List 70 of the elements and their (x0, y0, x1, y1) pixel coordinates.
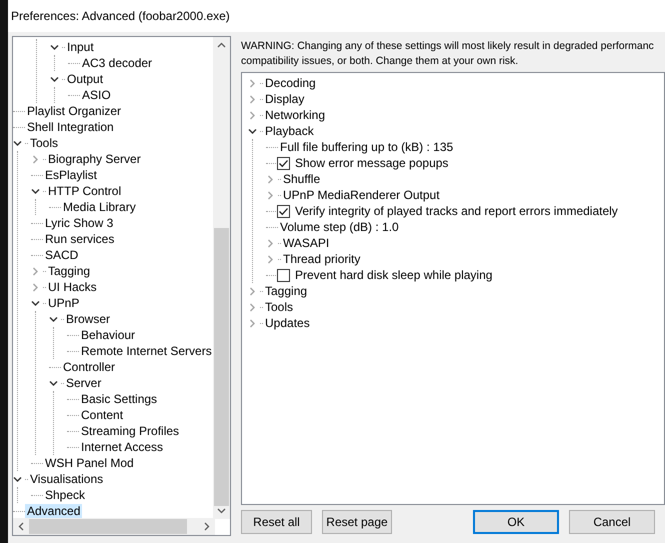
tree-item[interactable]: Controller (61, 360, 118, 374)
tree-item[interactable]: Media Library (61, 200, 138, 214)
expanded-chevron-icon[interactable] (13, 138, 22, 148)
tree-item[interactable]: Remote Internet Servers (79, 344, 214, 358)
dialog-button[interactable]: OK (473, 510, 559, 534)
tree-item[interactable]: UI Hacks (46, 280, 99, 294)
expanded-chevron-icon[interactable] (31, 298, 40, 308)
setting-item[interactable]: Show error message popups (293, 156, 450, 170)
scroll-left-icon[interactable] (17, 522, 26, 531)
tree-item[interactable]: Input (65, 40, 96, 54)
scrollbar-thumb[interactable] (214, 228, 229, 506)
warning-text: WARNING: Changing any of these settings will most likely result in degraded performanc compatibility issues, or both. Change them at your own risk. (241, 39, 655, 69)
scroll-right-icon[interactable] (202, 522, 211, 531)
expanded-chevron-icon[interactable] (50, 74, 59, 84)
expanded-chevron-icon[interactable] (49, 378, 58, 388)
tree-item[interactable]: Internet Access (79, 440, 166, 454)
tree-item[interactable]: EsPlaylist (43, 168, 100, 182)
setting-item[interactable]: Tagging (263, 284, 310, 298)
expanded-chevron-icon[interactable] (248, 126, 257, 136)
checkbox[interactable] (277, 268, 290, 282)
checkbox[interactable] (277, 156, 290, 170)
tree-item[interactable]: Playlist Organizer (25, 104, 124, 118)
setting-item[interactable]: Display (263, 92, 306, 106)
expanded-chevron-icon[interactable] (31, 186, 40, 196)
setting-item[interactable]: Volume step (dB) : 1.0 (278, 220, 401, 234)
setting-item[interactable]: Networking (263, 108, 328, 122)
tree-item[interactable]: Tools (28, 136, 60, 150)
tree-item[interactable]: Tagging (46, 264, 92, 278)
setting-item[interactable]: Prevent hard disk sleep while playing (293, 268, 494, 282)
tree-item[interactable]: Streaming Profiles (79, 424, 182, 438)
setting-item[interactable]: Playback (263, 124, 316, 138)
tree-item[interactable]: Behaviour (79, 328, 138, 342)
tree-item[interactable]: Content (79, 408, 126, 422)
setting-item[interactable]: Decoding (263, 76, 318, 90)
dialog-button[interactable]: Reset all (241, 510, 312, 534)
tree-item[interactable]: Output (65, 72, 106, 86)
expanded-chevron-icon[interactable] (50, 42, 59, 52)
tree-item[interactable]: AC3 decoder (80, 56, 154, 70)
expanded-chevron-icon[interactable] (13, 474, 22, 484)
tree-item[interactable]: Shell Integration (25, 120, 116, 134)
scrollbar-thumb[interactable] (29, 519, 187, 534)
setting-item[interactable]: Thread priority (281, 252, 362, 266)
tree-item[interactable]: Server (64, 376, 104, 390)
window-title: Preferences: Advanced (foobar2000.exe) (11, 9, 230, 23)
setting-item[interactable]: Tools (263, 300, 296, 314)
expanded-chevron-icon[interactable] (49, 314, 58, 324)
dialog-button[interactable]: Reset page (322, 510, 392, 534)
tree-item[interactable]: UPnP (46, 296, 82, 310)
tree-item[interactable]: Advanced (25, 504, 82, 518)
setting-item[interactable]: Verify integrity of played tracks and report errors immediately (293, 204, 620, 218)
dialog-button[interactable]: Cancel (569, 510, 655, 534)
tree-item[interactable]: Biography Server (46, 152, 143, 166)
tree-item[interactable]: ASIO (80, 88, 113, 102)
tree-item[interactable]: Shpeck (43, 488, 88, 502)
tree-item[interactable]: Browser (64, 312, 112, 326)
setting-item[interactable]: WASAPI (281, 236, 332, 250)
checkbox[interactable] (277, 204, 290, 218)
tree-item[interactable]: Run services (43, 232, 116, 246)
tree-item[interactable]: SACD (43, 248, 80, 262)
tree-item[interactable]: Visualisations (28, 472, 106, 486)
setting-item[interactable]: Shuffle (281, 172, 322, 186)
scroll-up-icon[interactable] (217, 41, 226, 50)
setting-item[interactable]: Full file buffering up to (kB) : 135 (278, 140, 456, 154)
tree-item[interactable]: WSH Panel Mod (43, 456, 136, 470)
scroll-down-icon[interactable] (217, 506, 226, 515)
setting-item[interactable]: UPnP MediaRenderer Output (281, 188, 442, 202)
tree-item[interactable]: Basic Settings (79, 392, 160, 406)
tree-item[interactable]: HTTP Control (46, 184, 124, 198)
tree-item[interactable]: Lyric Show 3 (43, 216, 116, 230)
setting-item[interactable]: Updates (263, 316, 312, 330)
